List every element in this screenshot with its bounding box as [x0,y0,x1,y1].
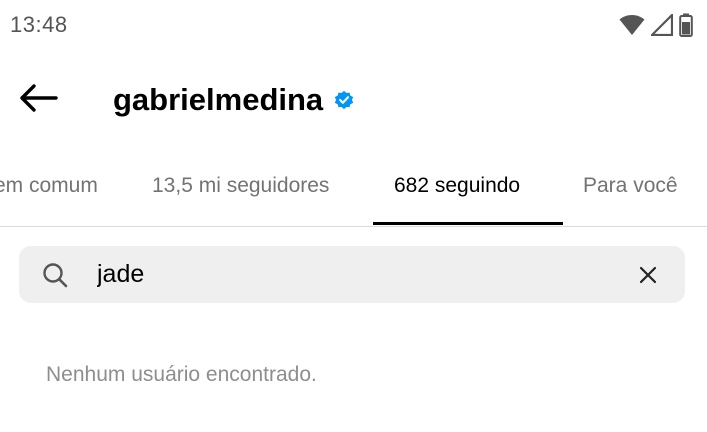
verified-badge-icon [333,89,355,111]
signal-icon [651,14,673,36]
status-time: 13:48 [10,12,68,37]
follow-tabs: em comum 13,5 mi seguidores 682 seguindo… [0,160,707,227]
back-button[interactable] [16,80,60,120]
status-icons [619,13,693,37]
tab-para-voce[interactable]: Para você [583,174,678,198]
active-tab-indicator [373,222,563,225]
profile-username-row: gabrielmedina [113,82,355,118]
arrow-left-icon [18,83,58,118]
header: gabrielmedina [0,70,707,130]
profile-username: gabrielmedina [113,82,324,117]
empty-state-message: Nenhum usuário encontrado. [46,363,317,386]
battery-icon [679,13,693,37]
wifi-icon [619,14,645,36]
search-bar[interactable] [19,246,685,303]
search-input[interactable] [97,256,617,292]
search-icon [41,261,69,294]
close-icon[interactable] [637,264,659,286]
tab-em-comum[interactable]: em comum [0,174,98,198]
tab-seguidores[interactable]: 13,5 mi seguidores [152,174,329,198]
tab-seguindo[interactable]: 682 seguindo [394,174,520,198]
status-bar: 13:48 [0,0,707,50]
